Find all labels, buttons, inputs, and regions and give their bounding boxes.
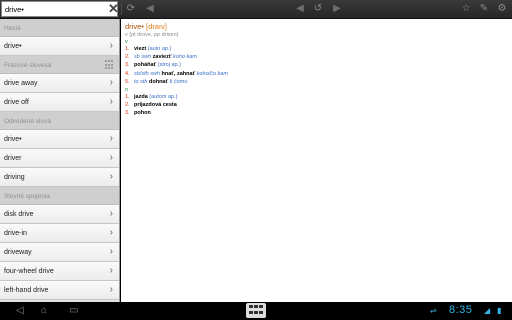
chevron-right-icon: › [109, 152, 113, 163]
settings-icon[interactable]: ⚙ [495, 2, 509, 16]
grid-icon[interactable] [105, 60, 115, 70]
back-arrow-icon[interactable]: ◀ [293, 2, 307, 16]
section-header-headwords: Heslá [0, 19, 119, 37]
back-nav-icon[interactable]: ◁ [16, 305, 24, 317]
keyboard-icon[interactable] [246, 303, 266, 318]
chevron-right-icon: › [109, 171, 113, 182]
list-item[interactable]: drive• › [0, 37, 119, 56]
results-list[interactable]: Heslá drive• › Frázové slovesá drive away… [0, 19, 120, 302]
section-header-phrasal-verbs: Frázové slovesá [0, 56, 119, 74]
section-header-derived-words: Odvodené slová [0, 112, 119, 130]
refresh-icon[interactable]: ⟳ [124, 2, 138, 16]
forward-arrow-icon[interactable]: ▶ [330, 2, 344, 16]
chevron-right-icon: › [109, 133, 113, 144]
entry-headword-line: drive• [draıv] [125, 22, 508, 31]
action-bar: ✕ ⟳ ◀ ◀ ↺ ▶ ☆ ✎ ⚙ [0, 0, 512, 19]
clock: 8:35 [449, 304, 473, 316]
entry-grammar: v (pt drove, pp driven) [125, 32, 179, 38]
chevron-right-icon: › [109, 77, 113, 88]
entry-pronunciation: [draıv] [145, 22, 167, 31]
sense-item: 3. pohon [125, 110, 151, 117]
sense-item: 4. sb/sth swh hnať, zahnať koho/čo kam [125, 70, 228, 77]
list-item[interactable]: four-wheel drive › [0, 262, 119, 281]
list-item[interactable]: drive off › [0, 93, 119, 112]
chevron-right-icon: › [109, 246, 113, 257]
section-header-collocations: Slovné spojenia [0, 187, 119, 205]
chevron-right-icon: › [109, 265, 113, 276]
wifi-icon: ◢ [484, 306, 491, 315]
usb-icon: ⇌ [430, 306, 437, 315]
chevron-right-icon: › [109, 227, 113, 238]
list-item[interactable]: drive away › [0, 74, 119, 93]
list-item[interactable]: driver › [0, 149, 119, 168]
sense-item: 2. príjazdová cesta [125, 102, 177, 109]
toolbar-divider [121, 3, 122, 15]
list-item[interactable]: left-hand drive › [0, 281, 119, 300]
star-icon[interactable]: ☆ [459, 2, 473, 16]
chevron-right-icon: › [109, 208, 113, 219]
chevron-right-icon: › [109, 284, 113, 295]
list-item[interactable]: disk drive › [0, 205, 119, 224]
system-bar: ◁ ⌂ ▭ ⇌ 8:35 ◢ ▮ [0, 302, 512, 320]
list-item[interactable]: drive-in › [0, 224, 119, 243]
history-icon[interactable]: ↺ [311, 2, 325, 16]
sense-item: 5. to sth dohnať k čomu [125, 78, 188, 85]
sense-item: 2. sb swh zaviezť koho kam [125, 54, 197, 61]
battery-icon: ▮ [497, 306, 502, 315]
sense-item: 1. viezt (auto ap.) [125, 46, 172, 52]
recent-apps-icon[interactable]: ▭ [69, 305, 78, 317]
chevron-right-icon: › [109, 40, 113, 51]
entry-headword: drive• [125, 22, 144, 31]
search-input[interactable] [1, 1, 118, 17]
list-item[interactable]: driveway › [0, 243, 119, 262]
list-item[interactable]: driving › [0, 168, 119, 187]
back-arrow-icon[interactable]: ◀ [143, 2, 157, 16]
sense-item: 1. jazda (autom ap.) [125, 94, 178, 101]
wrench-icon[interactable]: ✎ [477, 2, 491, 16]
list-item[interactable]: drive• › [0, 130, 119, 149]
dictionary-entry: drive• [draıv] v (pt drove, pp driven) v… [121, 19, 512, 302]
home-icon[interactable]: ⌂ [41, 305, 47, 317]
sense-item: 3. poháňať (stroj ap.) [125, 62, 181, 69]
clear-search-button[interactable]: ✕ [107, 2, 120, 16]
chevron-right-icon: › [109, 96, 113, 107]
